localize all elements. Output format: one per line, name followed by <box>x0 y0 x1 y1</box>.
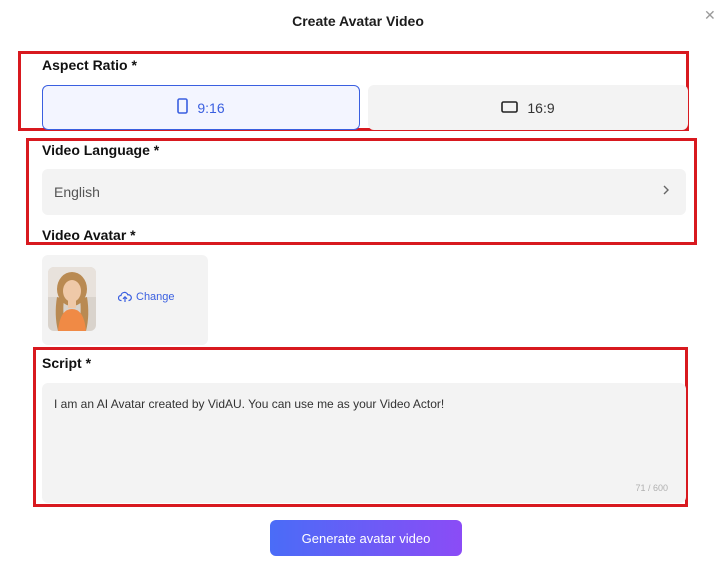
video-language-label: Video Language * <box>42 142 160 158</box>
cloud-upload-icon <box>118 291 132 302</box>
aspect-ratio-9-16-label: 9:16 <box>197 99 225 116</box>
script-label: Script * <box>42 355 92 371</box>
avatar-thumbnail <box>48 267 96 331</box>
generate-avatar-video-button[interactable]: Generate avatar video <box>270 520 462 556</box>
script-text: I am an AI Avatar created by VidAU. You … <box>54 397 445 411</box>
aspect-ratio-label: Aspect Ratio * <box>42 57 137 73</box>
dialog-title: Create Avatar Video <box>292 13 424 29</box>
video-language-value: English <box>54 184 100 200</box>
aspect-ratio-16-9-label: 16:9 <box>527 99 555 116</box>
chevron-right-icon <box>662 183 670 202</box>
change-avatar-label: Change <box>136 291 175 303</box>
avatar-card: Change <box>42 255 208 345</box>
script-textarea[interactable]: I am an AI Avatar created by VidAU. You … <box>42 383 686 503</box>
change-avatar-button[interactable]: Change <box>118 291 175 303</box>
aspect-ratio-9-16-button[interactable]: 9:16 <box>42 85 360 130</box>
generate-avatar-video-label: Generate avatar video <box>301 530 431 546</box>
aspect-ratio-16-9-button[interactable]: 16:9 <box>368 85 688 130</box>
portrait-icon <box>177 98 189 117</box>
landscape-icon <box>501 100 519 116</box>
script-char-counter: 71 / 600 <box>635 483 668 493</box>
video-avatar-label: Video Avatar * <box>42 227 136 243</box>
video-language-select[interactable]: English <box>42 169 686 215</box>
